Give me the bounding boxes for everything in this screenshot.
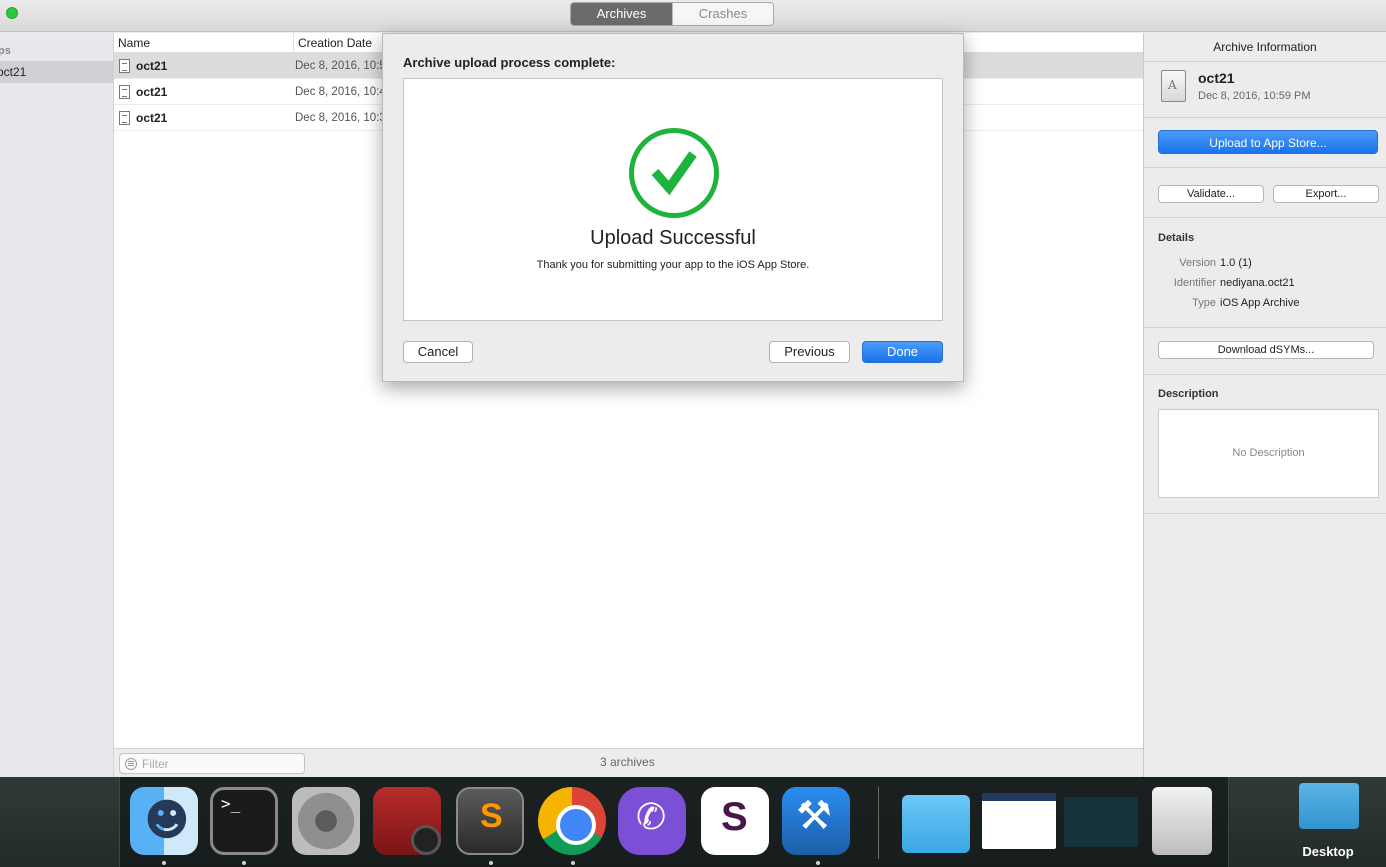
archive-name-cell: oct21 <box>114 84 295 99</box>
detail-key: Version <box>1179 257 1216 269</box>
filter-icon <box>125 757 137 770</box>
archive-date: Dec 8, 2016, 10:3 <box>295 111 386 124</box>
detail-value: nediyana.oct21 <box>1220 277 1295 289</box>
dock-divider <box>878 787 879 859</box>
running-indicator <box>816 861 820 865</box>
detail-value: iOS App Archive <box>1220 297 1300 309</box>
archive-summary: oct21 Dec 8, 2016, 10:59 PM <box>1144 62 1386 118</box>
archive-count: 3 archives <box>600 755 655 769</box>
success-checkmark-icon <box>629 128 719 218</box>
done-button[interactable]: Done <box>862 341 943 363</box>
description-field[interactable]: No Description <box>1158 409 1379 498</box>
sidebar-section-header: ps <box>0 45 11 57</box>
details-heading: Details <box>1158 232 1195 244</box>
running-indicator <box>571 861 575 865</box>
desktop-folder-icon[interactable] <box>1299 783 1359 829</box>
zoom-window-button[interactable] <box>6 7 18 19</box>
window-titlebar: Archives Crashes <box>0 0 1386 32</box>
viber-icon[interactable] <box>618 787 686 855</box>
divider <box>1144 327 1386 328</box>
archive-date: Dec 8, 2016, 10:59 PM <box>1198 90 1311 102</box>
archive-name: oct21 <box>136 58 168 73</box>
filter-field[interactable]: Filter <box>119 753 305 774</box>
dock: Desktop <box>0 777 1386 867</box>
folder-icon[interactable] <box>902 795 970 853</box>
photo-booth-icon[interactable] <box>373 787 441 855</box>
detail-type: Type iOS App Archive <box>1144 297 1386 309</box>
tab-crashes[interactable]: Crashes <box>672 3 773 25</box>
detail-value: 1.0 (1) <box>1220 257 1252 269</box>
sheet-title: Archive upload process complete: <box>403 55 616 70</box>
upload-complete-sheet: Archive upload process complete: Upload … <box>382 33 964 382</box>
previous-button[interactable]: Previous <box>769 341 850 363</box>
column-header-creation-date[interactable]: Creation Date <box>294 33 372 52</box>
window-thumbnail-icon[interactable] <box>982 793 1056 849</box>
archive-name: oct21 <box>1198 70 1235 86</box>
chrome-icon[interactable] <box>538 787 606 855</box>
archive-date: Dec 8, 2016, 10:5 <box>295 59 386 72</box>
finder-icon[interactable] <box>130 787 198 855</box>
archive-icon <box>1161 70 1186 102</box>
archive-name-cell: oct21 <box>114 110 295 125</box>
filter-placeholder: Filter <box>142 756 169 771</box>
xcode-icon[interactable] <box>782 787 850 855</box>
running-indicator <box>162 861 166 865</box>
upload-to-app-store-button[interactable]: Upload to App Store... <box>1158 130 1378 154</box>
divider <box>1144 374 1386 375</box>
sublime-text-icon[interactable] <box>456 787 524 855</box>
export-button[interactable]: Export... <box>1273 185 1379 203</box>
divider <box>1144 167 1386 168</box>
running-indicator <box>489 861 493 865</box>
validate-button[interactable]: Validate... <box>1158 185 1264 203</box>
system-preferences-icon[interactable] <box>292 787 360 855</box>
sidebar-item-label: oct21 <box>0 65 27 79</box>
detail-version: Version 1.0 (1) <box>1144 257 1386 269</box>
archive-name-cell: oct21 <box>114 58 295 73</box>
trash-icon[interactable] <box>1152 787 1212 855</box>
archive-document-icon <box>119 84 130 99</box>
detail-identifier: Identifier nediyana.oct21 <box>1144 277 1386 289</box>
archives-crashes-segmented-control: Archives Crashes <box>570 2 774 26</box>
slack-icon[interactable] <box>701 787 769 855</box>
terminal-icon[interactable] <box>210 787 278 855</box>
description-heading: Description <box>1158 388 1219 400</box>
window-thumbnail-icon[interactable] <box>1064 797 1138 847</box>
detail-key: Type <box>1192 297 1216 309</box>
archive-document-icon <box>119 58 130 73</box>
archive-name: oct21 <box>136 84 168 99</box>
divider <box>1144 513 1386 514</box>
archive-document-icon <box>119 110 130 125</box>
inspector-title: Archive Information <box>1144 40 1386 62</box>
divider <box>1144 217 1386 218</box>
upload-status-title: Upload Successful <box>590 227 756 249</box>
tab-archives[interactable]: Archives <box>571 3 672 25</box>
running-indicator <box>242 861 246 865</box>
desktop-label[interactable]: Desktop <box>1296 844 1360 859</box>
download-dsyms-button[interactable]: Download dSYMs... <box>1158 341 1374 359</box>
sidebar-item-oct21[interactable]: oct21 <box>0 61 113 83</box>
column-header-name[interactable]: Name <box>114 33 294 52</box>
archive-date: Dec 8, 2016, 10:4 <box>295 85 386 98</box>
upload-status-message: Thank you for submitting your app to the… <box>536 259 810 271</box>
cancel-button[interactable]: Cancel <box>403 341 473 363</box>
table-bottom-bar: Filter 3 archives <box>114 748 1143 777</box>
archive-inspector: Archive Information oct21 Dec 8, 2016, 1… <box>1143 33 1386 777</box>
archive-name: oct21 <box>136 110 168 125</box>
source-list-sidebar: ps oct21 <box>0 33 114 777</box>
upload-result-panel: Upload Successful Thank you for submitti… <box>403 78 943 321</box>
detail-key: Identifier <box>1173 277 1216 289</box>
